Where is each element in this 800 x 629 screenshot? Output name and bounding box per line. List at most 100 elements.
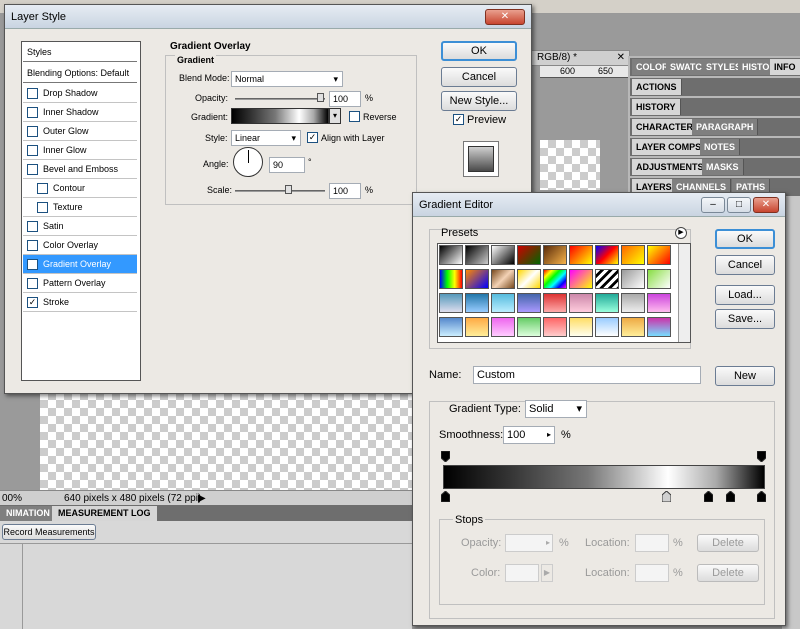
style-item-checkbox[interactable] [37, 183, 48, 194]
stop-location-input[interactable] [635, 534, 669, 552]
preset-swatch[interactable] [517, 245, 541, 265]
color-stop[interactable] [440, 490, 451, 503]
style-item[interactable]: Inner Shadow [23, 103, 137, 122]
preset-swatch[interactable] [465, 293, 489, 313]
style-item[interactable]: Satin [23, 217, 137, 236]
tab-history[interactable]: HISTO [738, 59, 775, 75]
style-item[interactable]: Outer Glow [23, 122, 137, 141]
preset-swatch[interactable] [621, 269, 645, 289]
zoom-level[interactable]: 00% [2, 491, 22, 506]
preset-swatch[interactable] [647, 317, 671, 337]
preset-swatch[interactable] [647, 245, 671, 265]
preset-swatch[interactable] [543, 245, 567, 265]
tab-notes[interactable]: NOTES [700, 139, 741, 155]
style-item-checkbox[interactable]: ✓ [27, 297, 38, 308]
scale-slider[interactable] [235, 190, 325, 192]
close-icon[interactable]: ✕ [617, 51, 625, 65]
style-item-checkbox[interactable]: ✓ [27, 259, 38, 270]
color-stop[interactable] [725, 490, 736, 503]
stop-color-swatch[interactable] [505, 564, 539, 582]
tab-layer-comps[interactable]: LAYER COMPS [632, 139, 707, 155]
style-item[interactable]: ✓ Gradient Overlay [23, 255, 137, 274]
blending-options-item[interactable]: Blending Options: Default [23, 64, 137, 83]
style-item-checkbox[interactable] [27, 88, 38, 99]
chevron-down-icon[interactable]: ▾ [329, 108, 341, 124]
preset-swatch[interactable] [491, 317, 515, 337]
presets-scrollbar[interactable] [678, 244, 690, 342]
preset-swatch[interactable] [439, 245, 463, 265]
chevron-right-icon[interactable]: ▸ [547, 427, 551, 443]
name-input[interactable]: Custom [473, 366, 701, 384]
close-icon[interactable]: ✕ [753, 197, 779, 213]
preset-swatch[interactable] [543, 269, 567, 289]
chevron-right-icon[interactable]: ▶ [541, 564, 553, 582]
preset-swatch[interactable] [569, 245, 593, 265]
preset-swatch[interactable] [595, 293, 619, 313]
preset-swatch[interactable] [517, 269, 541, 289]
style-item-checkbox[interactable] [27, 221, 38, 232]
gradient-preview[interactable] [231, 108, 329, 124]
style-item-checkbox[interactable] [27, 164, 38, 175]
record-measurements-button[interactable]: Record Measurements [2, 524, 96, 540]
delete-color-stop-button[interactable]: Delete [697, 564, 759, 582]
preset-swatch[interactable] [621, 317, 645, 337]
maximize-icon[interactable]: □ [727, 197, 751, 213]
reverse-checkbox[interactable] [349, 111, 360, 122]
tab-character[interactable]: CHARACTER [632, 119, 698, 135]
style-item[interactable]: Pattern Overlay [23, 274, 137, 293]
tab-info[interactable]: INFO [770, 59, 800, 75]
opacity-stop-right[interactable] [756, 450, 767, 463]
preset-swatch[interactable] [647, 269, 671, 289]
new-style-button[interactable]: New Style... [441, 91, 517, 111]
preset-swatch[interactable] [439, 317, 463, 337]
preset-swatch[interactable] [465, 245, 489, 265]
style-item[interactable]: Color Overlay [23, 236, 137, 255]
blend-mode-select[interactable]: Normal ▾ [231, 71, 343, 87]
preset-swatch[interactable] [595, 269, 619, 289]
preset-swatch[interactable] [491, 245, 515, 265]
preset-swatch[interactable] [543, 317, 567, 337]
angle-input[interactable]: 90 [269, 157, 305, 173]
style-item-checkbox[interactable] [27, 145, 38, 156]
preset-swatch[interactable] [491, 293, 515, 313]
stop-location-input[interactable] [635, 564, 669, 582]
preset-swatch[interactable] [517, 293, 541, 313]
preset-swatch[interactable] [569, 269, 593, 289]
styles-header[interactable]: Styles [23, 43, 137, 62]
color-stop[interactable] [703, 490, 714, 503]
preset-swatch[interactable] [569, 317, 593, 337]
play-icon[interactable]: ▶ [198, 491, 206, 506]
opacity-slider-thumb[interactable] [317, 93, 324, 102]
style-select[interactable]: Linear ▾ [231, 130, 301, 146]
preset-swatch[interactable] [543, 293, 567, 313]
scale-input[interactable]: 100 [329, 183, 361, 199]
smoothness-input[interactable]: 100 ▸ [503, 426, 555, 444]
angle-dial[interactable] [233, 147, 263, 177]
style-item-checkbox[interactable] [27, 240, 38, 251]
document-tab[interactable]: RGB/8) * ✕ [530, 50, 630, 66]
ok-button[interactable]: OK [441, 41, 517, 61]
opacity-slider[interactable] [235, 98, 325, 100]
tab-animation[interactable]: NIMATION [0, 506, 56, 521]
cancel-button[interactable]: Cancel [441, 67, 517, 87]
style-item[interactable]: Contour [23, 179, 137, 198]
style-item[interactable]: Inner Glow [23, 141, 137, 160]
presets-menu-icon[interactable]: ▶ [675, 227, 687, 239]
preset-swatch[interactable] [621, 245, 645, 265]
tab-measurement-log[interactable]: MEASUREMENT LOG [52, 506, 157, 521]
minimize-icon[interactable]: – [701, 197, 725, 213]
style-item[interactable]: Drop Shadow [23, 84, 137, 103]
align-with-layer-checkbox[interactable]: ✓ [307, 132, 318, 143]
gradient-type-select[interactable]: Solid ▾ [525, 400, 587, 418]
color-stop[interactable] [756, 490, 767, 503]
save-button[interactable]: Save... [715, 309, 775, 329]
preset-swatch[interactable] [569, 293, 593, 313]
preview-checkbox[interactable]: ✓ [453, 114, 464, 125]
style-item[interactable]: Texture [23, 198, 137, 217]
style-item-checkbox[interactable] [37, 202, 48, 213]
stop-opacity-input[interactable]: ▸ [505, 534, 553, 552]
preset-swatch[interactable] [491, 269, 515, 289]
preset-swatch[interactable] [647, 293, 671, 313]
gradient-bar[interactable] [443, 465, 765, 489]
preset-swatch[interactable] [517, 317, 541, 337]
